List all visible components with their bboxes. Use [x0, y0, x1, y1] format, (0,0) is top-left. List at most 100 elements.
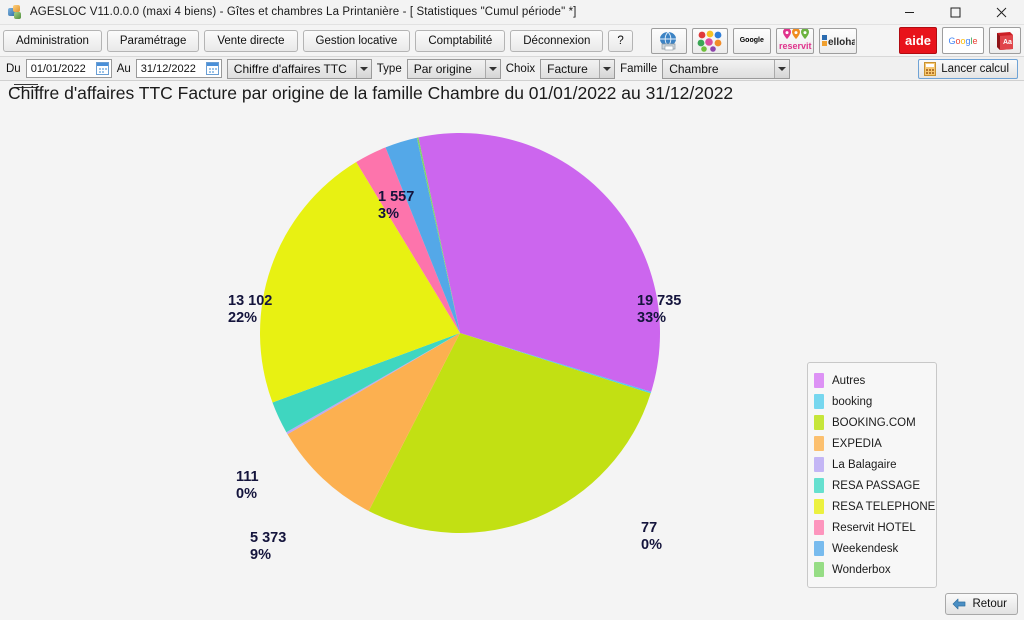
legend-item-label: BOOKING.COM: [832, 416, 916, 429]
legend-item-label: Weekendesk: [832, 542, 899, 555]
window-title: AGESLOC V11.0.0.0 (maxi 4 biens) - Gîtes…: [30, 6, 577, 18]
legend-item-label: RESA PASSAGE: [832, 479, 920, 492]
choix-label: Choix: [505, 62, 536, 75]
menu-help[interactable]: ?: [608, 29, 633, 52]
google-search-button[interactable]: Google: [942, 27, 984, 54]
run-calculation-label: Lancer calcul: [941, 62, 1009, 75]
legend-item-label: La Balagaire: [832, 458, 897, 471]
legend-color-swatch: [814, 436, 824, 451]
chart-legend-rows: Autres booking BOOKING.COM EXPEDIA La Balaga…: [814, 370, 935, 580]
legend-item[interactable]: La Balagaire: [814, 454, 930, 475]
legend-item-label: EXPEDIA: [832, 437, 882, 450]
calendar-icon[interactable]: [95, 62, 109, 75]
pie-label-value: 19 735: [637, 293, 682, 309]
date-from-input[interactable]: 01/01/2022: [25, 59, 112, 78]
date-to-value: 31/12/2022: [140, 62, 196, 75]
legend-item-label: Autres: [832, 374, 866, 387]
aide-button[interactable]: aide: [899, 27, 937, 54]
type-select-value: Par origine: [413, 61, 472, 76]
legend-item-label: RESA TELEPHONE: [832, 500, 936, 513]
menu-gestion-locative[interactable]: Gestion locative: [302, 29, 411, 52]
close-button[interactable]: [978, 0, 1024, 24]
legend-item-label: Wonderbox: [832, 563, 891, 576]
pie-label-percent: 9%: [250, 546, 271, 563]
legend-item[interactable]: EXPEDIA: [814, 433, 930, 454]
legend-item[interactable]: Weekendesk: [814, 538, 930, 559]
legend-item[interactable]: Autres: [814, 370, 930, 391]
legend-item[interactable]: booking: [814, 391, 930, 412]
pie-label-value: 1 557: [378, 189, 415, 205]
google-icon[interactable]: Google: [732, 27, 771, 54]
menu-deconnexion[interactable]: Déconnexion: [510, 29, 604, 52]
indicator-select[interactable]: Chiffre d'affaires TTC: [226, 58, 372, 79]
pie-chart-svg[interactable]: [260, 131, 670, 541]
legend-item[interactable]: RESA PASSAGE: [814, 475, 930, 496]
label-booking: 77 0%: [641, 520, 662, 553]
legend-item-label: booking: [832, 395, 873, 408]
back-arrow-icon: [953, 598, 966, 610]
menu-comptabilite[interactable]: Comptabilité: [415, 29, 506, 52]
legend-item[interactable]: BOOKING.COM: [814, 412, 930, 433]
retour-label: Retour: [972, 598, 1007, 610]
legend-color-swatch: [814, 562, 824, 577]
famille-select-value: Chambre: [669, 61, 719, 76]
google-letter-e: e: [972, 35, 978, 46]
menu-administration[interactable]: Administration: [3, 29, 102, 52]
au-label: Au: [116, 62, 131, 75]
type-label: Type: [376, 62, 402, 75]
run-calculation-button[interactable]: Lancer calcul: [918, 58, 1018, 79]
pie-label-value: 111: [236, 469, 259, 485]
legend-color-swatch: [814, 373, 824, 388]
date-from-value: 01/01/2022: [30, 62, 86, 75]
svg-text:reservit: reservit: [779, 41, 812, 51]
legend-color-swatch: [814, 478, 824, 493]
retour-button[interactable]: Retour: [945, 593, 1018, 615]
legend-color-swatch: [814, 541, 824, 556]
legend-item[interactable]: Wonderbox: [814, 559, 930, 580]
chevron-down-icon[interactable]: [355, 59, 371, 78]
maximize-button[interactable]: [932, 0, 978, 24]
legend-color-swatch: [814, 394, 824, 409]
label-la-balagaire: 111 0%: [236, 469, 259, 502]
pie-label-value: 13 102: [228, 293, 273, 309]
menu-parametrage[interactable]: Paramétrage: [106, 29, 200, 52]
legend-color-swatch: [814, 520, 824, 535]
main-toolbar: Administration Paramétrage Vente directe…: [0, 25, 1024, 57]
choix-select[interactable]: Facture: [540, 58, 616, 79]
reservit-icon[interactable]: reservit: [775, 27, 814, 54]
web-print-icon[interactable]: [650, 27, 687, 54]
legend-item[interactable]: Reservit HOTEL: [814, 517, 930, 538]
report-content: Chiffre d'affaires TTC Facture par origi…: [0, 81, 1024, 620]
channel-manager-icon[interactable]: [691, 27, 728, 54]
du-label: Du: [6, 62, 21, 75]
legend-item-label: Reservit HOTEL: [832, 521, 916, 534]
type-select[interactable]: Par origine: [406, 58, 501, 79]
svg-text:elloha: elloha: [828, 37, 855, 48]
manual-book-button[interactable]: Aa: [989, 27, 1021, 54]
label-expedia: 5 373 9%: [250, 530, 286, 563]
label-autres: 19 735 33%: [637, 293, 681, 326]
legend-item[interactable]: RESA TELEPHONE: [814, 496, 935, 517]
chevron-down-icon[interactable]: [599, 59, 615, 78]
date-to-input[interactable]: 31/12/2022: [135, 59, 222, 78]
google-letter-g: G: [948, 35, 956, 46]
legend-color-swatch: [814, 499, 824, 514]
minimize-button[interactable]: [886, 0, 932, 24]
menu-vente-directe[interactable]: Vente directe: [204, 29, 298, 52]
chevron-down-icon[interactable]: [484, 59, 500, 78]
pie-label-percent: 0%: [236, 485, 257, 502]
pie-label-percent: 3%: [378, 205, 399, 222]
pie-label-percent: 22%: [228, 309, 258, 326]
indicator-select-value: Chiffre d'affaires TTC: [233, 61, 347, 76]
pie-chart: [260, 131, 670, 541]
elloha-icon[interactable]: elloha: [818, 27, 857, 54]
famille-select[interactable]: Chambre: [662, 58, 791, 79]
chart-title: Chiffre d'affaires TTC Facture par origi…: [8, 83, 734, 103]
pie-label-percent: 33%: [637, 309, 667, 326]
svg-text:Aa: Aa: [1003, 39, 1012, 46]
chevron-down-icon[interactable]: [774, 59, 790, 78]
filter-toolbar: Du 01/01/2022 Au 31/12/2022 Chiffre d'af…: [0, 57, 1024, 81]
label-resa-telephone: 13 102 22%: [228, 293, 272, 326]
calendar-icon[interactable]: [205, 62, 219, 75]
famille-label: Famille: [620, 62, 658, 75]
